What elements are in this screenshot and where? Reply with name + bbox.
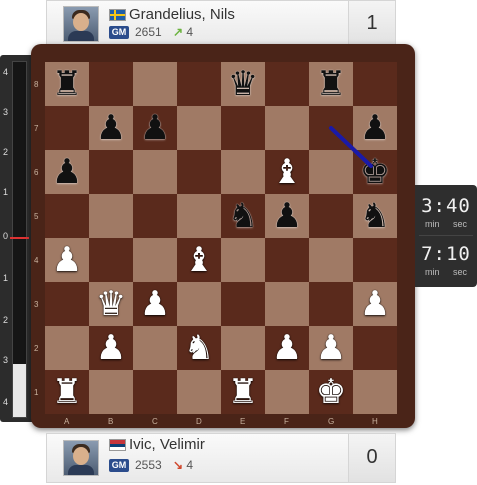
file-label: H bbox=[372, 417, 378, 426]
file-label: G bbox=[328, 417, 335, 426]
chess-board[interactable]: ♜ ♛ ♜ ♟ ♟ ♟ ♟ ♝ ♚ ♞ ♟ ♞ ♟ ♝ ♛ ♟ ♟ ♟ ♞ ♟ ♟ ♜ ♜ ♚ bbox=[45, 62, 397, 414]
eval-tick-label: 1 bbox=[3, 273, 9, 283]
player-avatar bbox=[63, 440, 99, 476]
eval-tick-label: 1 bbox=[3, 187, 9, 197]
arrow-up-icon: ↗ bbox=[173, 25, 184, 39]
arrow-down-icon: ↘ bbox=[173, 458, 184, 472]
eval-tick-label: 3 bbox=[3, 107, 9, 117]
eval-tick-label: 3 bbox=[3, 355, 9, 365]
rank-label: 8 bbox=[34, 80, 39, 89]
title-badge: GM bbox=[109, 459, 129, 472]
clock-time: 7:10 bbox=[421, 243, 471, 265]
evaluation-track bbox=[12, 61, 27, 418]
sweden-flag-icon bbox=[109, 9, 126, 21]
top-player-clock: 3:40 min sec bbox=[419, 191, 473, 236]
rank-label: 6 bbox=[34, 168, 39, 177]
eval-zero-label: 0 bbox=[3, 231, 9, 241]
rating-change-value: 4 bbox=[186, 458, 194, 472]
clock-min-label: min bbox=[425, 219, 440, 229]
eval-tick-label: 2 bbox=[3, 147, 9, 157]
player-rating: 2553 bbox=[135, 458, 162, 472]
file-label: A bbox=[64, 417, 70, 426]
rank-label: 3 bbox=[34, 300, 39, 309]
file-label: F bbox=[284, 417, 289, 426]
title-badge: GM bbox=[109, 26, 129, 39]
chess-board-frame: ♜ ♛ ♜ ♟ ♟ ♟ ♟ ♝ ♚ ♞ ♟ ♞ ♟ ♝ ♛ ♟ ♟ ♟ ♞ ♟ ♟ ♜ ♜ ♚ 8 7 6 5 4 3 2 1 A B C D E F… bbox=[31, 44, 415, 428]
rank-label: 4 bbox=[34, 256, 39, 265]
evaluation-bar: 4 3 2 1 0 1 2 3 4 bbox=[0, 55, 34, 422]
eval-tick-label: 4 bbox=[3, 397, 9, 407]
file-label: C bbox=[152, 417, 158, 426]
score-box: 0 bbox=[348, 434, 395, 482]
clock-panel: 3:40 min sec 7:10 min sec bbox=[415, 185, 477, 287]
rating-change: ↗ 4 bbox=[173, 25, 193, 39]
rank-label: 7 bbox=[34, 124, 39, 133]
top-player-panel: Grandelius, Nils GM 2651 ↗ 4 1 bbox=[46, 0, 396, 46]
file-label: E bbox=[240, 417, 246, 426]
serbia-flag-icon bbox=[109, 439, 126, 451]
rating-change-value: 4 bbox=[186, 25, 194, 39]
clock-sec-label: sec bbox=[453, 267, 468, 277]
player-score: 0 bbox=[366, 446, 378, 468]
last-move-line bbox=[329, 126, 373, 168]
evaluation-zero-line bbox=[10, 237, 29, 239]
clock-min-label: min bbox=[425, 267, 440, 277]
rank-label: 5 bbox=[34, 212, 39, 221]
player-rating: 2651 bbox=[135, 25, 162, 39]
file-label: D bbox=[196, 417, 202, 426]
clock-sec-label: sec bbox=[453, 219, 468, 229]
player-avatar bbox=[63, 6, 99, 42]
last-move-arrow bbox=[329, 126, 373, 168]
rank-label: 1 bbox=[34, 388, 39, 397]
bottom-player-clock: 7:10 min sec bbox=[419, 239, 473, 283]
evaluation-white-fill bbox=[13, 363, 26, 417]
player-name: Ivic, Velimir bbox=[129, 436, 205, 453]
file-label: B bbox=[108, 417, 114, 426]
rank-label: 2 bbox=[34, 344, 39, 353]
rating-change: ↘ 4 bbox=[173, 458, 193, 472]
clock-time: 3:40 bbox=[421, 195, 471, 217]
eval-tick-label: 2 bbox=[3, 315, 9, 325]
eval-tick-label: 4 bbox=[3, 67, 9, 77]
player-name: Grandelius, Nils bbox=[129, 6, 235, 23]
player-score: 1 bbox=[366, 12, 378, 34]
bottom-player-panel: Ivic, Velimir GM 2553 ↘ 4 0 bbox=[46, 433, 396, 483]
score-box: 1 bbox=[348, 1, 395, 45]
